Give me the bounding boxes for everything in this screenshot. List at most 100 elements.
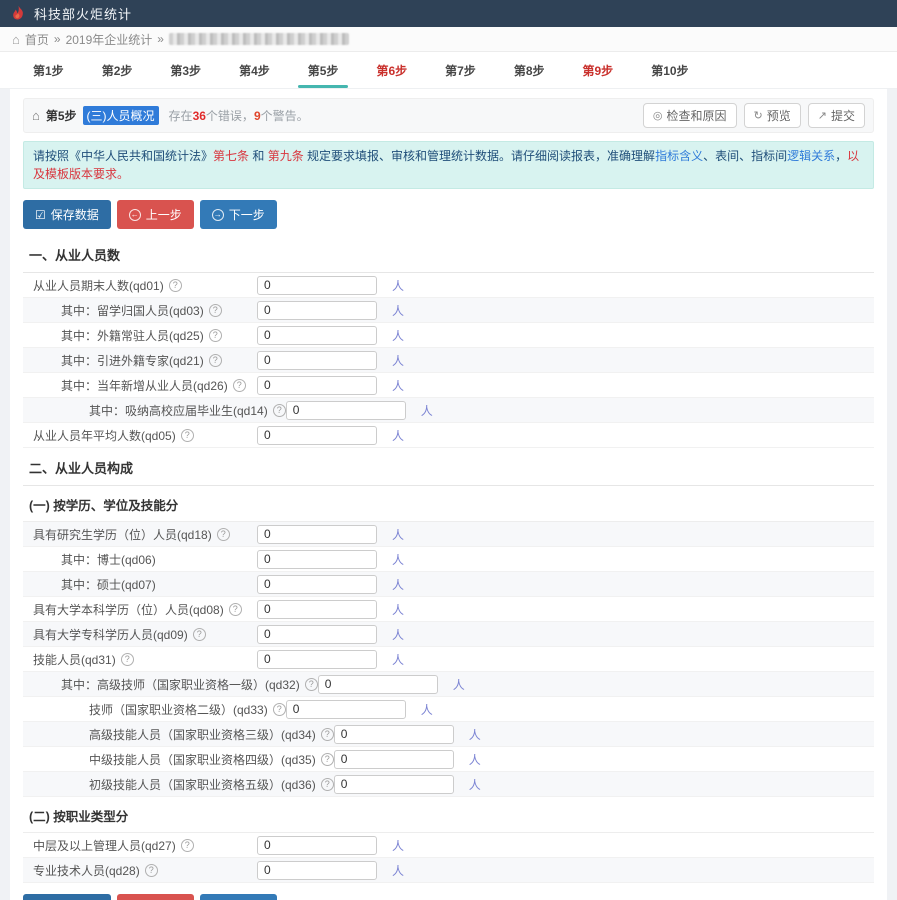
field-input[interactable] [257, 326, 377, 345]
help-icon[interactable]: ? [209, 329, 222, 342]
field-input[interactable] [257, 836, 377, 855]
breadcrumb-company-redacted [169, 33, 349, 45]
save-icon: ☑ [35, 208, 46, 222]
field-input[interactable] [257, 600, 377, 619]
field-input[interactable] [257, 575, 377, 594]
help-icon[interactable]: ? [121, 653, 134, 666]
breadcrumb-separator: » [157, 32, 164, 46]
help-icon[interactable]: ? [321, 728, 334, 741]
next-step-button[interactable]: → 下一步 [200, 894, 277, 900]
field-label: 其中：引进外籍专家(qd21) ? [29, 352, 257, 369]
form-field-row: 其中：引进外籍专家(qd21) ? 人 [23, 348, 874, 373]
check-errors-button[interactable]: ◎ 检查和原因 [643, 103, 737, 128]
tab-step-6[interactable]: 第6步 [370, 52, 413, 88]
unit-label: 人 [392, 302, 404, 319]
help-icon[interactable]: ? [229, 603, 242, 616]
field-input[interactable] [334, 725, 454, 744]
field-input[interactable] [257, 276, 377, 295]
field-input[interactable] [257, 650, 377, 669]
tab-step-7[interactable]: 第7步 [439, 52, 482, 88]
field-input[interactable] [257, 550, 377, 569]
tab-step-4[interactable]: 第4步 [233, 52, 276, 88]
help-icon[interactable]: ? [193, 628, 206, 641]
field-input[interactable] [334, 750, 454, 769]
field-label-text: 具有大学专科学历人员(qd09) [33, 626, 188, 643]
form-field-row: 中级技能人员（国家职业资格四级）(qd35) ? 人 [23, 747, 874, 772]
form-field-row: 中层及以上管理人员(qd27) ? 人 [23, 833, 874, 858]
field-input[interactable] [257, 861, 377, 880]
save-data-button[interactable]: ☑ 保存数据 [23, 894, 111, 900]
tab-step-10[interactable]: 第10步 [645, 52, 694, 88]
help-icon[interactable]: ? [169, 279, 182, 292]
help-icon[interactable]: ? [233, 379, 246, 392]
section-header-text: 二、从业人员构成 [29, 461, 133, 476]
help-icon[interactable]: ? [305, 678, 318, 691]
help-icon[interactable]: ? [209, 354, 222, 367]
help-icon[interactable]: ? [181, 839, 194, 852]
field-label-text: 从业人员年平均人数(qd05) [33, 427, 176, 444]
notice-link[interactable]: 逻辑关系 [787, 149, 835, 163]
unit-label: 人 [392, 626, 404, 643]
form-field-row: 技能人员(qd31) ? 人 [23, 647, 874, 672]
help-icon[interactable]: ? [209, 304, 222, 317]
tab-step-1[interactable]: 第1步 [27, 52, 70, 88]
unit-label: 人 [392, 277, 404, 294]
top-navbar: 科技部火炬统计 [0, 0, 897, 27]
breadcrumb: ⌂ 首页 » 2019年企业统计 » [0, 27, 897, 52]
field-input[interactable] [334, 775, 454, 794]
notice-text: ， [835, 149, 847, 163]
field-input[interactable] [318, 675, 438, 694]
previous-step-button[interactable]: ← 上一步 [117, 200, 194, 229]
submit-button[interactable]: ↗ 提交 [808, 103, 865, 128]
tab-step-3[interactable]: 第3步 [164, 52, 207, 88]
form-field-row: 从业人员年平均人数(qd05) ? 人 [23, 423, 874, 448]
unit-label: 人 [392, 576, 404, 593]
help-icon[interactable]: ? [273, 703, 286, 716]
field-input[interactable] [257, 376, 377, 395]
section-header-text: (一) 按学历、学位及技能分 [29, 499, 178, 513]
tab-step-2[interactable]: 第2步 [96, 52, 139, 88]
unit-label: 人 [392, 377, 404, 394]
field-label: 其中：外籍常驻人员(qd25) ? [29, 327, 257, 344]
breadcrumb-item-year-stats[interactable]: 2019年企业统计 [66, 31, 153, 48]
unit-label: 人 [469, 776, 481, 793]
section-title-chip: (三)人员概况 [83, 106, 159, 125]
field-label-text: 具有研究生学历（位）人员(qd18) [33, 526, 212, 543]
field-input[interactable] [257, 625, 377, 644]
status-suffix: 个警告。 [261, 109, 309, 123]
tab-step-9[interactable]: 第9步 [577, 52, 620, 88]
form-field-row: 技师（国家职业资格二级）(qd33) ? 人 [23, 697, 874, 722]
field-input[interactable] [257, 301, 377, 320]
notice-text: 请按照《中华人民共和国统计法》 [33, 149, 213, 163]
next-step-button[interactable]: → 下一步 [200, 200, 277, 229]
help-icon[interactable]: ? [145, 864, 158, 877]
tab-step-8[interactable]: 第8步 [508, 52, 551, 88]
help-icon[interactable]: ? [321, 778, 334, 791]
warning-count: 9 [254, 109, 261, 123]
field-label: 中级技能人员（国家职业资格四级）(qd35) ? [29, 751, 334, 768]
unit-label: 人 [421, 402, 433, 419]
field-input[interactable] [257, 525, 377, 544]
field-input[interactable] [286, 401, 406, 420]
preview-button[interactable]: ↻ 预览 [744, 103, 801, 128]
tab-step-5[interactable]: 第5步 [302, 52, 345, 88]
form-field-row: 从业人员期末人数(qd01) ? 人 [23, 273, 874, 298]
previous-step-button[interactable]: ← 上一步 [117, 894, 194, 900]
help-icon[interactable]: ? [273, 404, 286, 417]
help-icon[interactable]: ? [217, 528, 230, 541]
breadcrumb-home-link[interactable]: 首页 [25, 31, 49, 48]
unit-label: 人 [453, 676, 465, 693]
field-input[interactable] [286, 700, 406, 719]
help-icon[interactable]: ? [181, 429, 194, 442]
help-icon[interactable]: ? [321, 753, 334, 766]
field-input[interactable] [257, 351, 377, 370]
unit-label: 人 [392, 651, 404, 668]
statute-notice: 请按照《中华人民共和国统计法》第七条 和 第九条 规定要求填报、审核和管理统计数… [23, 141, 874, 189]
field-label-text: 其中：高级技师（国家职业资格一级）(qd32) [61, 676, 300, 693]
field-input[interactable] [257, 426, 377, 445]
check-icon: ◎ [653, 109, 663, 122]
field-label: 从业人员期末人数(qd01) ? [29, 277, 257, 294]
save-data-button[interactable]: ☑ 保存数据 [23, 200, 111, 229]
status-prefix: 存在 [169, 109, 193, 123]
notice-link[interactable]: 指标含义 [655, 149, 703, 163]
